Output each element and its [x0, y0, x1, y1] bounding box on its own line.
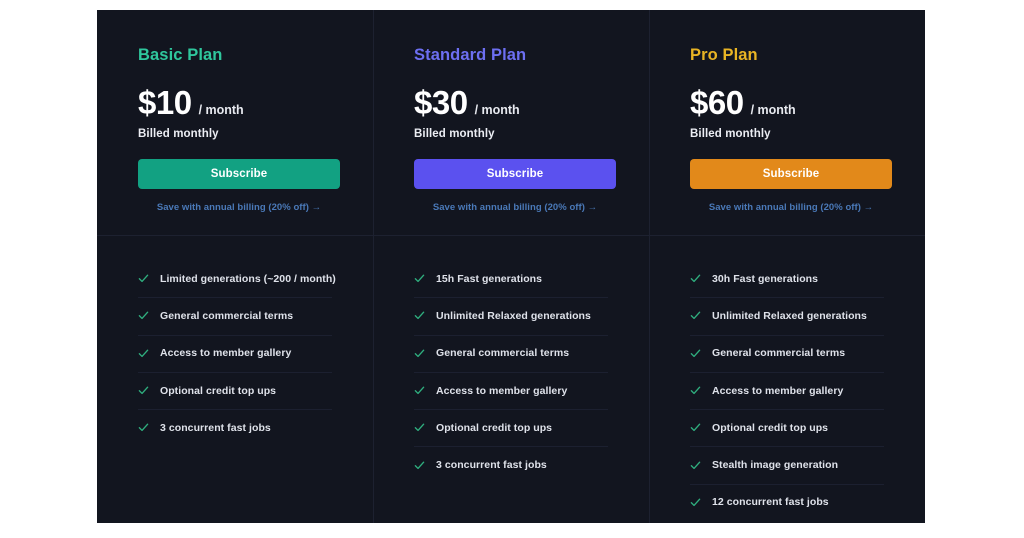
feature-label: Limited generations (~200 / month)	[160, 272, 336, 285]
feature-label: Access to member gallery	[436, 384, 568, 397]
feature-label: General commercial terms	[160, 309, 294, 322]
feature-item: 12 concurrent fast jobs	[690, 483, 884, 521]
feature-item: Access to member gallery	[414, 371, 608, 409]
plan-title: Pro Plan	[690, 46, 758, 64]
check-icon	[414, 273, 425, 284]
feature-label: Unlimited Relaxed generations	[712, 309, 867, 322]
check-icon	[138, 348, 149, 359]
check-icon	[414, 385, 425, 396]
feature-item: Optional credit top ups	[690, 409, 884, 446]
annual-billing-link[interactable]: Save with annual billing (20% off) →	[414, 202, 616, 213]
feature-item: Unlimited Relaxed generations	[690, 297, 884, 334]
billed-note: Billed monthly	[690, 128, 771, 140]
billed-note: Billed monthly	[138, 128, 219, 140]
feature-label: Stealth image generation	[712, 459, 839, 472]
annual-billing-link[interactable]: Save with annual billing (20% off) →	[138, 202, 340, 213]
feature-label: 3 concurrent fast jobs	[436, 459, 547, 472]
plan-column-standard-plan: Standard Plan $30 / month Billed monthly Sub…	[373, 10, 649, 523]
price-amount: $10	[138, 84, 192, 121]
feature-item: Limited generations (~200 / month)	[138, 260, 336, 297]
feature-label: Optional credit top ups	[436, 421, 553, 434]
plan-title: Standard Plan	[414, 46, 527, 64]
check-icon	[414, 460, 425, 471]
feature-label: Access to member gallery	[160, 347, 292, 360]
check-icon	[690, 348, 701, 359]
billed-note: Billed monthly	[414, 128, 495, 140]
subscribe-button[interactable]: Subscribe	[690, 159, 892, 189]
feature-label: Unlimited Relaxed generations	[436, 309, 591, 322]
check-icon	[138, 422, 149, 433]
feature-item: 15h Fast generations	[414, 260, 608, 297]
pricing-table: Basic Plan $10 / month Billed monthly Subscr…	[97, 10, 925, 523]
plan-header: Basic Plan $10 / month Billed monthly Subscr…	[97, 10, 373, 236]
feature-item: Access to member gallery	[690, 371, 884, 409]
check-icon	[414, 310, 425, 321]
check-icon	[414, 348, 425, 359]
plan-header: Standard Plan $30 / month Billed monthly Sub…	[373, 10, 649, 236]
feature-label: 30h Fast generations	[712, 272, 819, 285]
plan-column-pro-plan: Pro Plan $60 / month Billed monthly Subscrib…	[649, 10, 925, 523]
check-icon	[690, 460, 701, 471]
subscribe-button[interactable]: Subscribe	[414, 159, 616, 189]
price-period: / month	[750, 103, 796, 117]
feature-list: 30h Fast generations Unlimited Relaxed ge…	[649, 260, 925, 521]
price-row: $10 / month	[138, 86, 332, 119]
feature-item: General commercial terms	[690, 334, 884, 372]
feature-item: 30h Fast generations	[690, 260, 884, 297]
feature-item: Optional credit top ups	[414, 409, 608, 446]
price-row: $30 / month	[414, 86, 608, 119]
feature-item: Stealth image generation	[690, 446, 884, 483]
feature-list: 15h Fast generations Unlimited Relaxed ge…	[373, 260, 649, 484]
check-icon	[690, 385, 701, 396]
feature-label: 12 concurrent fast jobs	[712, 496, 829, 509]
feature-label: General commercial terms	[712, 347, 846, 360]
feature-item: 3 concurrent fast jobs	[414, 446, 608, 483]
feature-label: Optional credit top ups	[712, 421, 829, 434]
feature-item: General commercial terms	[138, 297, 332, 334]
feature-label: Access to member gallery	[712, 384, 844, 397]
feature-item: General commercial terms	[414, 334, 608, 372]
feature-label: General commercial terms	[436, 347, 570, 360]
price-period: / month	[474, 103, 520, 117]
check-icon	[414, 422, 425, 433]
check-icon	[690, 497, 701, 508]
plan-column-basic-plan: Basic Plan $10 / month Billed monthly Subscr…	[97, 10, 373, 523]
annual-billing-link[interactable]: Save with annual billing (20% off) →	[690, 202, 892, 213]
subscribe-button[interactable]: Subscribe	[138, 159, 340, 189]
plan-header: Pro Plan $60 / month Billed monthly Subscrib…	[649, 10, 925, 236]
feature-item: Optional credit top ups	[138, 371, 332, 409]
price-period: / month	[198, 103, 244, 117]
plan-title: Basic Plan	[138, 46, 223, 64]
check-icon	[690, 273, 701, 284]
feature-item: Access to member gallery	[138, 334, 332, 372]
check-icon	[138, 310, 149, 321]
check-icon	[690, 310, 701, 321]
feature-label: 15h Fast generations	[436, 272, 543, 285]
feature-item: Unlimited Relaxed generations	[414, 297, 608, 334]
check-icon	[690, 422, 701, 433]
feature-list: Limited generations (~200 / month) Genera…	[97, 260, 373, 446]
feature-label: 3 concurrent fast jobs	[160, 421, 271, 434]
check-icon	[138, 273, 149, 284]
feature-item: 3 concurrent fast jobs	[138, 409, 332, 446]
price-row: $60 / month	[690, 86, 884, 119]
check-icon	[138, 385, 149, 396]
price-amount: $60	[690, 84, 744, 121]
price-amount: $30	[414, 84, 468, 121]
feature-label: Optional credit top ups	[160, 384, 277, 397]
